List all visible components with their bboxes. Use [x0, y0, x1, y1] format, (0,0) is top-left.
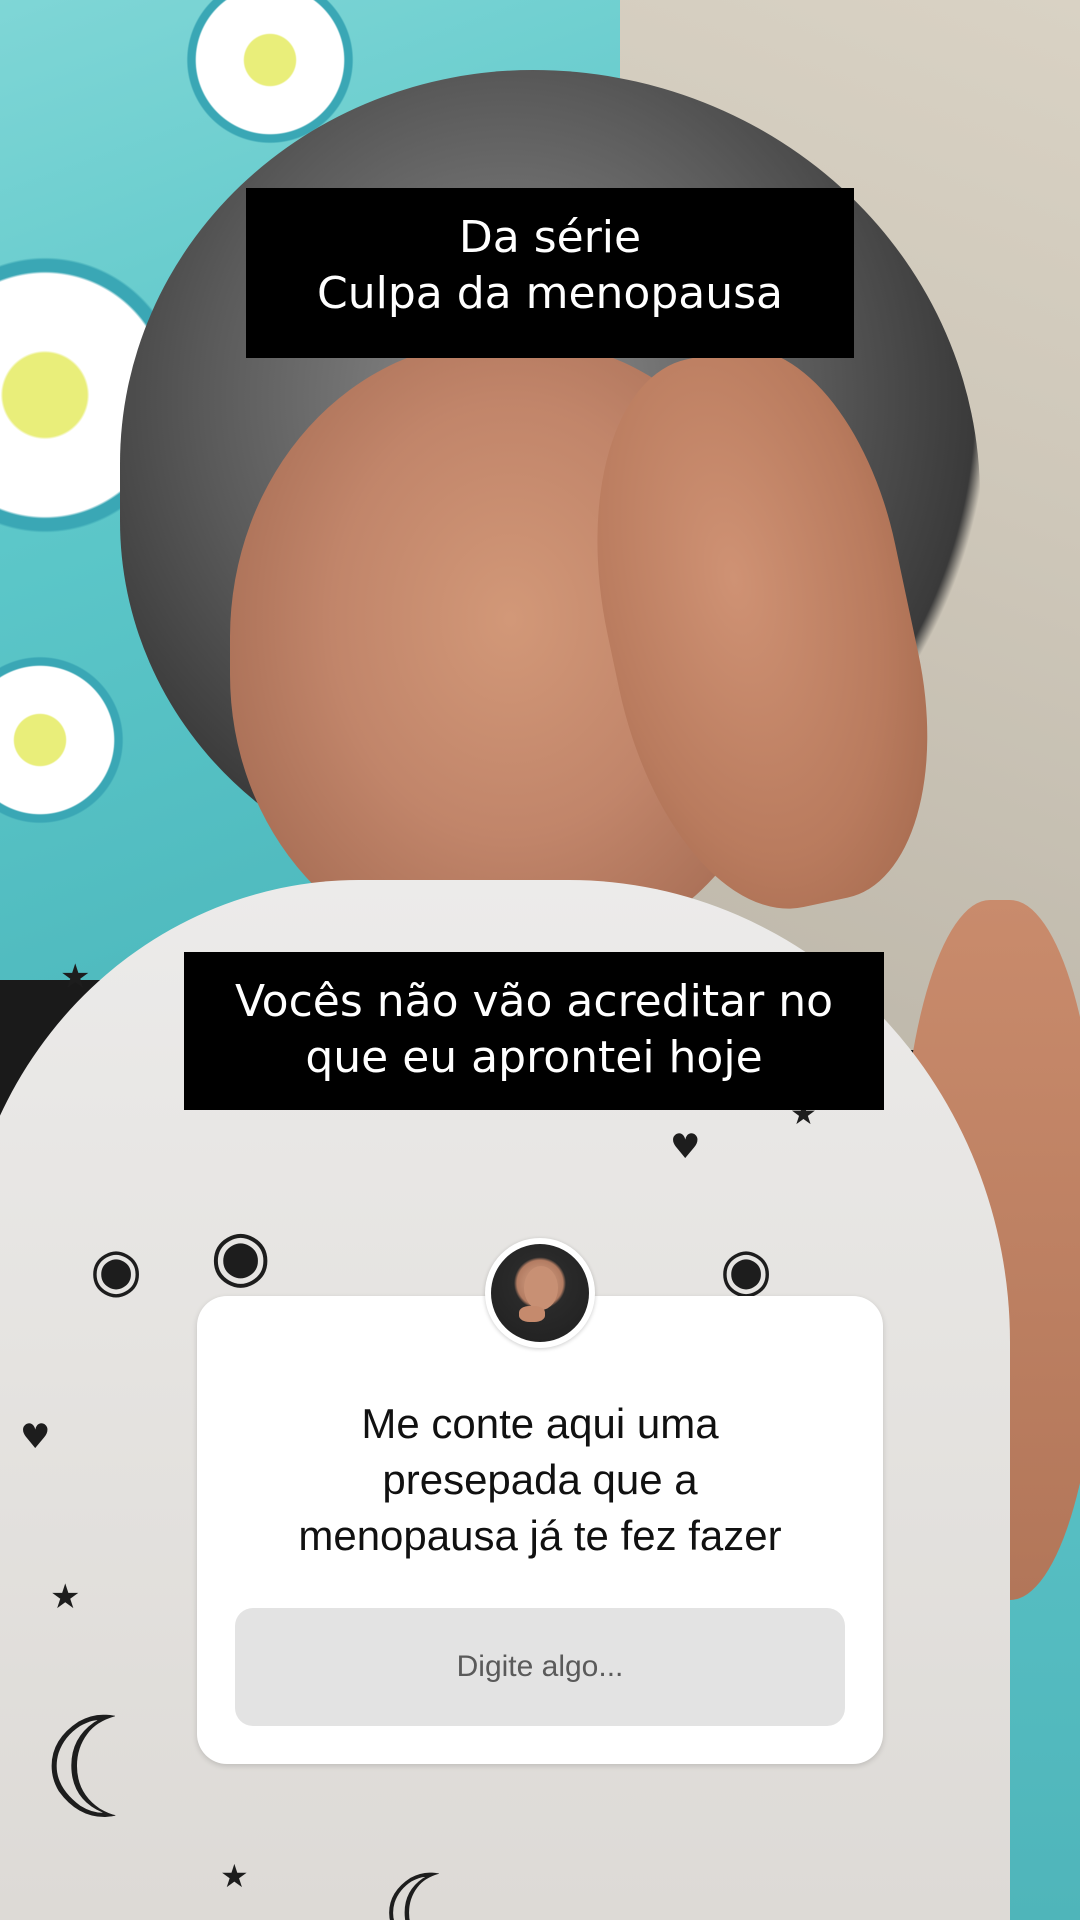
heart-pattern-icon: ♥: [20, 1417, 51, 1457]
star-pattern-icon: ★: [60, 957, 91, 997]
caption-line: que eu aprontei hoje: [305, 1032, 763, 1083]
star-pattern-icon: ★: [220, 1857, 249, 1895]
caption-line: Da série: [458, 212, 642, 263]
moon-pattern-icon: ☾: [40, 1688, 166, 1851]
question-sticker[interactable]: Me conte aqui uma presepada que a menopa…: [197, 1296, 883, 1764]
question-line: presepada que a: [382, 1456, 698, 1503]
heart-pattern-icon: ♥: [670, 1127, 701, 1167]
answer-input[interactable]: [235, 1608, 845, 1726]
moon-pattern-icon: ☾: [380, 1851, 479, 1920]
eye-pattern-icon: ◉: [90, 1235, 143, 1305]
caption-series-title: Da série Culpa da menopausa: [246, 188, 854, 358]
star-pattern-icon: ★: [50, 1577, 81, 1617]
question-prompt: Me conte aqui uma presepada que a menopa…: [197, 1396, 883, 1564]
eye-pattern-icon: ◉: [720, 1235, 773, 1305]
eye-pattern-icon: ◉: [210, 1214, 272, 1296]
caption-line: Vocês não vão acreditar no: [234, 976, 834, 1027]
avatar-photo: [491, 1244, 589, 1342]
question-line: Me conte aqui uma: [361, 1400, 719, 1447]
profile-avatar: [485, 1238, 595, 1348]
story-view: ◉ ◉ ◉ ★ ★ ★ ★ ☾ ☾ ♥ ♥ Da série Culpa da …: [0, 0, 1080, 1920]
caption-line: Culpa da menopausa: [317, 268, 783, 319]
avatar-hand: [519, 1306, 545, 1322]
question-line: menopausa já te fez fazer: [298, 1512, 782, 1559]
caption-teaser: Vocês não vão acreditar no que eu apront…: [184, 952, 884, 1110]
avatar-face: [524, 1266, 558, 1310]
